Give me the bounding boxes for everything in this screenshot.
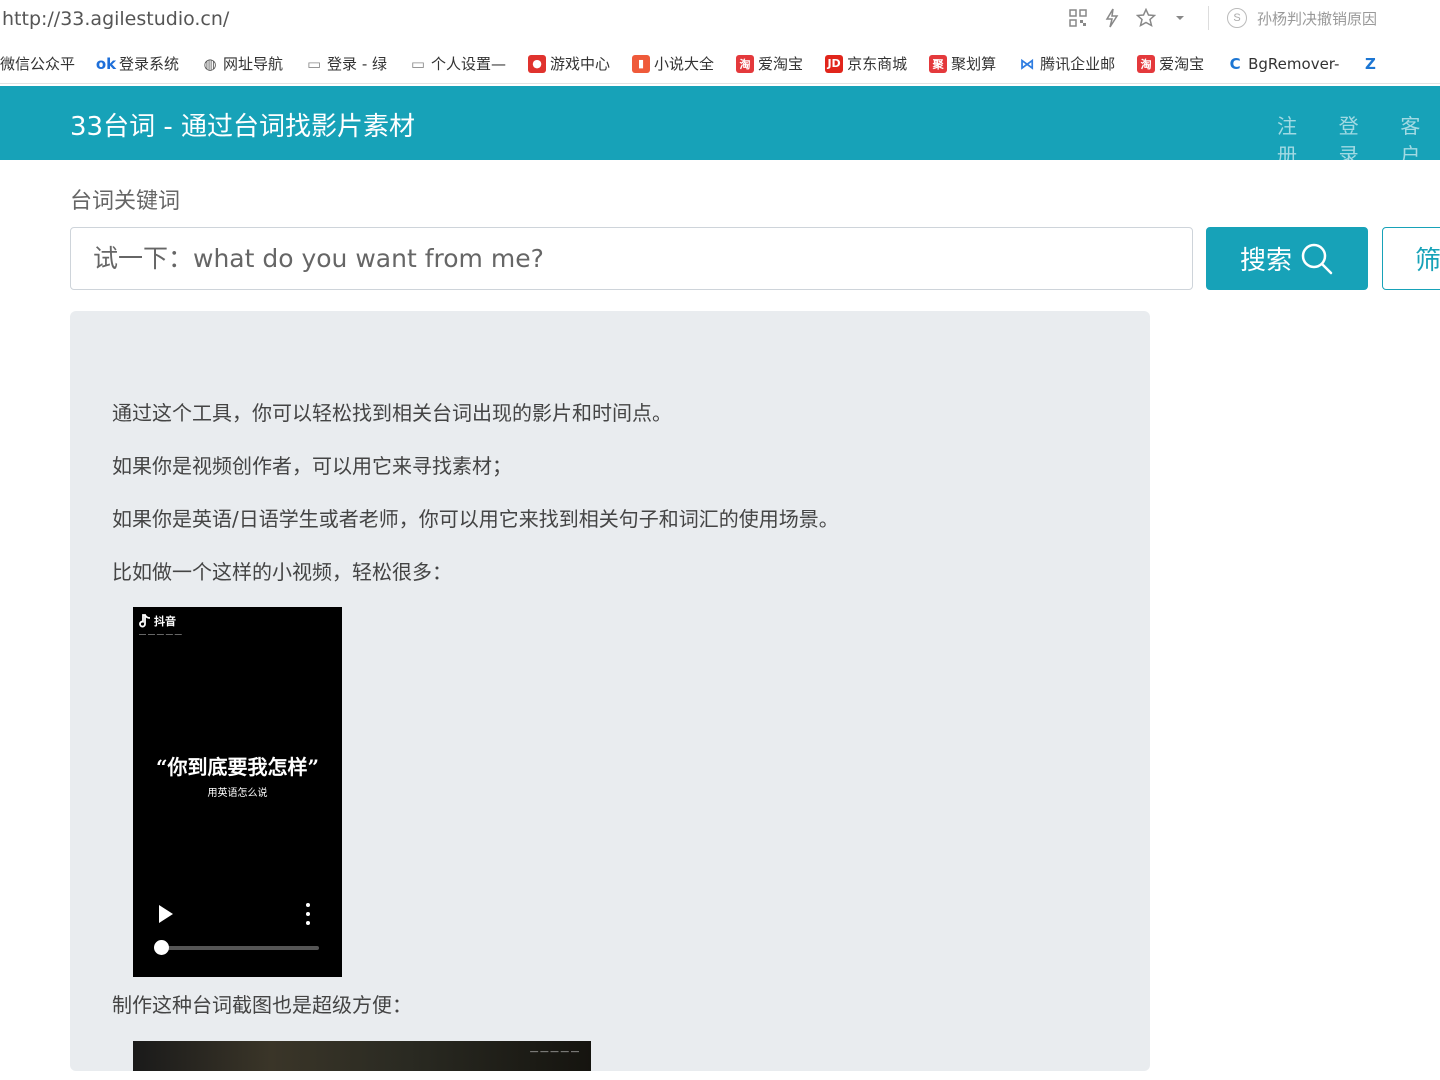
divider xyxy=(1208,6,1209,30)
bookmark-item[interactable]: ok 登录系统 xyxy=(95,53,180,74)
bookmark-item[interactable]: ▮ 小说大全 xyxy=(632,53,714,74)
link-icon: ok xyxy=(95,54,117,73)
url-field[interactable]: http://33.agilestudio.cn/ xyxy=(2,8,229,30)
site-icon: ▭ xyxy=(306,54,322,73)
video-account-id: — — — — — xyxy=(139,631,182,638)
tiktok-logo: 抖音 xyxy=(139,613,176,629)
search-icon xyxy=(1301,243,1333,274)
bookmark-label: 游戏中心 xyxy=(550,55,611,73)
cj-icon: C xyxy=(1229,54,1241,73)
bookmark-item[interactable]: ▭ 登录 - 绿 xyxy=(305,53,387,74)
site-header: 33台词 - 通过台词找影片素材 注册 登录 客户 xyxy=(0,86,1440,167)
bookmark-label: BgRemover- xyxy=(1248,54,1340,73)
bookmark-item[interactable]: ● 游戏中心 xyxy=(528,53,610,74)
bookmark-item[interactable]: JD 京东商城 xyxy=(825,53,907,74)
video-app-name: 抖音 xyxy=(154,616,176,628)
intro-line: 比如做一个这样的小视频，轻松很多： xyxy=(112,560,452,584)
video-subtitle: 用英语怎么说 xyxy=(207,788,268,799)
intro-card: 通过这个工具，你可以轻松找到相关台词出现的影片和时间点。 如果你是视频创作者，可… xyxy=(70,311,1150,1071)
lightning-icon[interactable] xyxy=(1102,6,1122,30)
bookmark-label: 小说大全 xyxy=(654,55,715,73)
bookmark-label: 登录系统 xyxy=(119,55,180,73)
keyword-search-input[interactable] xyxy=(70,227,1193,290)
keyword-label: 台词关键词 xyxy=(70,189,181,214)
site-icon: ▭ xyxy=(410,54,426,73)
juhuasuan-icon: 聚 xyxy=(929,54,948,73)
book-icon: ▮ xyxy=(632,54,651,73)
video-title: “你到底要我怎样” xyxy=(155,755,319,779)
jd-icon: JD xyxy=(825,54,844,73)
bookmark-label: 微信公众平 xyxy=(0,55,76,73)
music-note-icon xyxy=(139,614,151,628)
intro-line: 如果你是视频创作者，可以用它来寻找素材； xyxy=(112,454,512,478)
address-bar: http://33.agilestudio.cn/ S 孙杨判决撤销原因 xyxy=(0,0,1440,40)
nav-register-link[interactable]: 注册 xyxy=(1277,110,1317,168)
filter-button-label: 筛 xyxy=(1415,246,1440,276)
search-button-label: 搜索 xyxy=(1239,246,1292,276)
taobao-icon: 淘 xyxy=(1137,54,1156,73)
mail-icon: ⋈ xyxy=(1019,54,1035,73)
bookmark-item[interactable]: 淘爱淘宝 xyxy=(1137,53,1204,74)
screenshot-caption: 制作这种台词截图也是超级方便： xyxy=(112,993,412,1017)
more-options-icon[interactable] xyxy=(305,903,311,925)
bookmark-label: 京东商城 xyxy=(847,55,908,73)
qr-code-icon[interactable] xyxy=(1068,6,1088,30)
search-engine-icon: S xyxy=(1227,8,1247,28)
intro-line: 通过这个工具，你可以轻松找到相关台词出现的影片和时间点。 xyxy=(112,401,672,425)
intro-line: 如果你是英语/日语学生或者老师，你可以用它来找到相关句子和词汇的使用场景。 xyxy=(112,507,839,531)
bookmark-item[interactable]: ⋈ 腾讯企业邮 xyxy=(1018,53,1116,74)
bookmark-item[interactable]: ▭ 个人设置— xyxy=(409,53,506,74)
bookmark-label: 个人设置— xyxy=(431,55,507,73)
bookmark-label: 网址导航 xyxy=(223,55,284,73)
star-icon[interactable] xyxy=(1136,6,1156,30)
bookmark-label: 爱淘宝 xyxy=(758,55,804,73)
bookmarks-bar: 微信公众平 ok 登录系统 ◍ 网址导航 ▭ 登录 - 绿 ▭ 个人设置— ● 游戏中心 ▮ 小说大全 淘… xyxy=(0,44,1440,84)
filter-button[interactable]: 筛 xyxy=(1382,227,1440,290)
bookmark-label: 腾讯企业邮 xyxy=(1040,55,1116,73)
video-progress-knob[interactable] xyxy=(154,940,169,955)
nav-login-link[interactable]: 登录 xyxy=(1339,110,1379,168)
site-title[interactable]: 33台词 - 通过台词找影片素材 xyxy=(70,106,415,143)
site-nav: 注册 登录 客户 xyxy=(1277,110,1440,168)
bookmark-label: 聚划算 xyxy=(951,55,997,73)
z-icon: Z xyxy=(1364,54,1376,73)
bookmark-item[interactable]: 微信公众平 xyxy=(0,53,75,74)
nav-client-link[interactable]: 客户 xyxy=(1400,110,1440,168)
bookmark-label: 登录 - 绿 xyxy=(327,55,387,73)
example-video-player[interactable]: 抖音 — — — — — “你到底要我怎样” 用英语怎么说 xyxy=(133,607,342,977)
bookmark-item[interactable]: Z xyxy=(1361,55,1383,73)
search-hint-text: 孙杨判决撤销原因 xyxy=(1257,10,1378,28)
taobao-icon: 淘 xyxy=(736,54,755,73)
video-progress-track[interactable] xyxy=(161,946,319,950)
address-bar-tools: S 孙杨判决撤销原因 xyxy=(1068,6,1377,30)
globe-icon: ◍ xyxy=(203,54,217,73)
play-icon[interactable] xyxy=(159,905,173,923)
bookmark-item[interactable]: ◍ 网址导航 xyxy=(201,53,283,74)
bookmark-label: 爱淘宝 xyxy=(1159,55,1205,73)
bookmark-item[interactable]: 聚聚划算 xyxy=(929,53,996,74)
game-icon: ● xyxy=(528,54,547,73)
search-button[interactable]: 搜索 xyxy=(1206,227,1368,290)
example-screenshot-image: — — — — — xyxy=(133,1041,591,1071)
screenshot-subtitle-text: — — — — — xyxy=(530,1047,579,1056)
bookmark-item[interactable]: 淘爱淘宝 xyxy=(736,53,803,74)
bookmark-item[interactable]: C BgRemover- xyxy=(1226,54,1340,73)
chevron-down-icon[interactable] xyxy=(1170,6,1190,30)
browser-search-box[interactable]: S 孙杨判决撤销原因 xyxy=(1227,8,1377,29)
